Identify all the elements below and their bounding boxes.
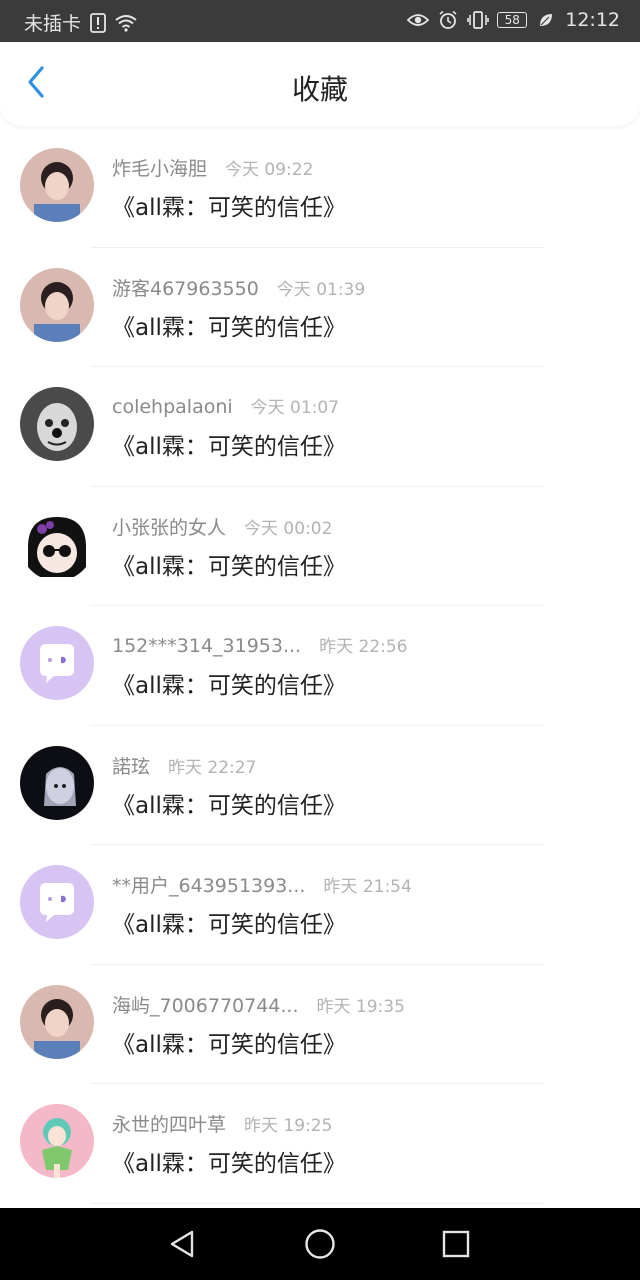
item-meta: 游客467963550 今天 01:39: [112, 274, 365, 301]
battery-icon: 58: [497, 12, 528, 28]
timestamp: 今天 00:02: [244, 518, 333, 539]
leaf-icon: [535, 9, 557, 31]
carrier-text: 未插卡: [24, 13, 82, 35]
favorite-item[interactable]: 永世的四叶草 昨天 19:25 《all霖：可笑的信任》: [0, 1084, 640, 1204]
avatar[interactable]: [20, 984, 94, 1059]
divider: [90, 1202, 544, 1204]
timestamp: 昨天 22:56: [319, 637, 408, 657]
eye-icon: [407, 9, 430, 31]
wifi-icon: [115, 12, 137, 34]
avatar[interactable]: [20, 745, 94, 820]
nav-recent-button[interactable]: [436, 1226, 476, 1266]
timestamp: 昨天 22:27: [168, 757, 257, 778]
avatar[interactable]: [20, 1104, 94, 1178]
favorite-item[interactable]: 諾玹 昨天 22:27 《all霖：可笑的信任》: [0, 726, 640, 845]
item-meta: **用户_643951393... 昨天 21:54: [112, 871, 412, 898]
status-left: 未插卡: [24, 9, 137, 36]
nav-recent-icon: [442, 1230, 470, 1262]
favorites-list: 炸毛小海胆 今天 09:22 《all霖：可笑的信任》 游客467963550 …: [0, 128, 640, 1204]
user-name[interactable]: 諾玹: [112, 752, 150, 779]
item-meta: 炸毛小海胆 今天 09:22: [112, 154, 313, 181]
alarm-icon: [437, 9, 459, 31]
avatar[interactable]: [20, 626, 94, 700]
avatar[interactable]: [20, 506, 94, 581]
timestamp: 昨天 19:35: [316, 996, 405, 1017]
work-title[interactable]: 《all霖：可笑的信任》: [112, 905, 346, 939]
user-name[interactable]: 小张张的女人: [112, 513, 226, 540]
work-title[interactable]: 《all霖：可笑的信任》: [112, 786, 346, 820]
user-name[interactable]: colehpalaoni: [112, 396, 233, 418]
avatar[interactable]: [20, 148, 94, 222]
timestamp: 今天 01:07: [250, 398, 340, 418]
nav-back-icon: [168, 1229, 196, 1263]
user-name[interactable]: **用户_643951393...: [112, 871, 305, 898]
nav-home-icon: [304, 1228, 336, 1264]
item-meta: 永世的四叶草 昨天 19:25: [112, 1110, 332, 1137]
vibrate-icon: [467, 9, 490, 31]
user-name[interactable]: 海屿_7006770744...: [112, 991, 299, 1018]
header: 收藏: [0, 42, 640, 126]
item-meta: 152***314_31953... 昨天 22:56: [112, 632, 408, 657]
work-title[interactable]: 《all霖：可笑的信任》: [112, 1025, 346, 1059]
nav-back-button[interactable]: [162, 1226, 202, 1266]
avatar[interactable]: [20, 387, 94, 461]
user-name[interactable]: 永世的四叶草: [112, 1110, 226, 1137]
item-meta: 小张张的女人 今天 00:02: [112, 513, 332, 540]
avatar[interactable]: [20, 267, 94, 342]
favorite-item[interactable]: 152***314_31953... 昨天 22:56 《all霖：可笑的信任》: [0, 606, 640, 726]
favorite-item[interactable]: colehpalaoni 今天 01:07 《all霖：可笑的信任》: [0, 367, 640, 487]
sim-alert-icon: [87, 12, 109, 34]
avatar[interactable]: [20, 865, 94, 939]
user-name[interactable]: 炸毛小海胆: [112, 154, 207, 181]
user-name[interactable]: 152***314_31953...: [112, 635, 301, 657]
clock-text: 12:12: [565, 9, 620, 31]
work-title[interactable]: 《all霖：可笑的信任》: [112, 1144, 346, 1178]
item-meta: 諾玹 昨天 22:27: [112, 752, 256, 779]
work-title[interactable]: 《all霖：可笑的信任》: [112, 666, 346, 700]
status-bar: 未插卡 58 12:12: [0, 0, 640, 42]
work-title[interactable]: 《all霖：可笑的信任》: [112, 547, 346, 581]
timestamp: 今天 01:39: [276, 279, 366, 300]
status-right: 58 12:12: [407, 9, 620, 31]
work-title[interactable]: 《all霖：可笑的信任》: [112, 188, 346, 222]
nav-home-button[interactable]: [300, 1226, 340, 1266]
favorite-item[interactable]: **用户_643951393... 昨天 21:54 《all霖：可笑的信任》: [0, 845, 640, 965]
page-title: 收藏: [291, 73, 348, 106]
work-title[interactable]: 《all霖：可笑的信任》: [112, 308, 346, 342]
item-meta: 海屿_7006770744... 昨天 19:35: [112, 991, 405, 1018]
favorite-item[interactable]: 游客467963550 今天 01:39 《all霖：可笑的信任》: [0, 248, 640, 367]
favorite-item[interactable]: 海屿_7006770744... 昨天 19:35 《all霖：可笑的信任》: [0, 965, 640, 1084]
system-nav-bar: [0, 1208, 640, 1280]
item-meta: colehpalaoni 今天 01:07: [112, 393, 339, 418]
timestamp: 昨天 19:25: [244, 1116, 333, 1136]
timestamp: 昨天 21:54: [323, 877, 412, 897]
favorite-item[interactable]: 炸毛小海胆 今天 09:22 《all霖：可笑的信任》: [0, 128, 640, 248]
user-name[interactable]: 游客467963550: [112, 274, 259, 301]
work-title[interactable]: 《all霖：可笑的信任》: [112, 427, 346, 461]
favorite-item[interactable]: 小张张的女人 今天 00:02 《all霖：可笑的信任》: [0, 487, 640, 606]
timestamp: 今天 09:22: [225, 160, 314, 180]
